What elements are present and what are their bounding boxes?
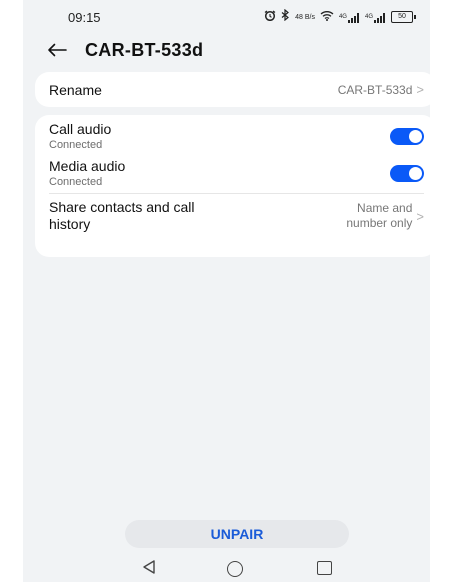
rename-value-group: CAR-BT-533d > xyxy=(338,82,424,97)
share-contacts-value-line2: number only xyxy=(346,216,413,230)
audio-settings-card: Call audio Connected Media audio Connect… xyxy=(35,115,436,257)
call-audio-label: Call audio xyxy=(49,121,112,137)
call-audio-text: Call audio Connected xyxy=(49,121,111,151)
share-contacts-label-line1: Share contacts and call xyxy=(49,199,195,215)
share-contacts-row[interactable]: Share contacts and call history Name and… xyxy=(35,194,436,238)
status-bar: 09:15 48 B/s 4G 4G 50 xyxy=(23,0,430,34)
chevron-right-icon: > xyxy=(416,82,424,97)
battery-icon: 50 xyxy=(391,11,416,23)
nav-recent-apps-icon[interactable] xyxy=(317,561,332,575)
rename-card: Rename CAR-BT-533d > xyxy=(35,72,436,107)
status-icons: 48 B/s 4G 4G 50 xyxy=(264,8,416,25)
signal-label: 4G xyxy=(364,14,373,20)
header: CAR-BT-533d xyxy=(23,32,430,68)
nav-back-icon[interactable] xyxy=(141,559,157,580)
share-contacts-label-line2: history xyxy=(49,216,91,232)
signal-label: 4G xyxy=(338,14,347,20)
share-contacts-value-line1: Name and xyxy=(357,201,413,215)
navigation-bar xyxy=(23,556,430,582)
share-contacts-value-group: Name and number only > xyxy=(346,201,424,231)
data-speed-text: 48 B/s xyxy=(295,13,315,21)
call-audio-status: Connected xyxy=(49,139,103,151)
data-speed-icon: 48 B/s xyxy=(295,14,315,21)
rename-value: CAR-BT-533d xyxy=(337,82,413,97)
call-audio-toggle[interactable] xyxy=(390,127,424,145)
chevron-right-icon: > xyxy=(416,208,424,224)
rename-label: Rename xyxy=(49,81,102,98)
share-contacts-text: Share contacts and call history xyxy=(49,199,195,233)
unpair-button[interactable]: UNPAIR xyxy=(125,520,349,548)
page-title: CAR-BT-533d xyxy=(85,39,204,60)
nav-home-icon[interactable] xyxy=(227,561,243,577)
media-audio-label: Media audio xyxy=(49,158,126,174)
media-audio-status: Connected xyxy=(49,176,103,188)
rename-row[interactable]: Rename CAR-BT-533d > xyxy=(35,72,436,107)
screen: 09:15 48 B/s 4G 4G 50 CAR-BT-533d Rename… xyxy=(23,0,436,582)
bluetooth-icon xyxy=(281,8,290,25)
alarm-icon xyxy=(264,9,276,25)
media-audio-text: Media audio Connected xyxy=(49,158,125,188)
signal-icon: 4G xyxy=(339,11,360,23)
media-audio-row: Media audio Connected xyxy=(35,153,436,193)
media-audio-toggle[interactable] xyxy=(390,164,424,182)
status-time: 09:15 xyxy=(68,10,101,25)
battery-level: 50 xyxy=(391,11,413,23)
back-arrow-icon[interactable] xyxy=(47,40,71,60)
wifi-icon xyxy=(320,10,334,25)
call-audio-row: Call audio Connected xyxy=(35,115,436,153)
signal-icon: 4G xyxy=(365,11,386,23)
